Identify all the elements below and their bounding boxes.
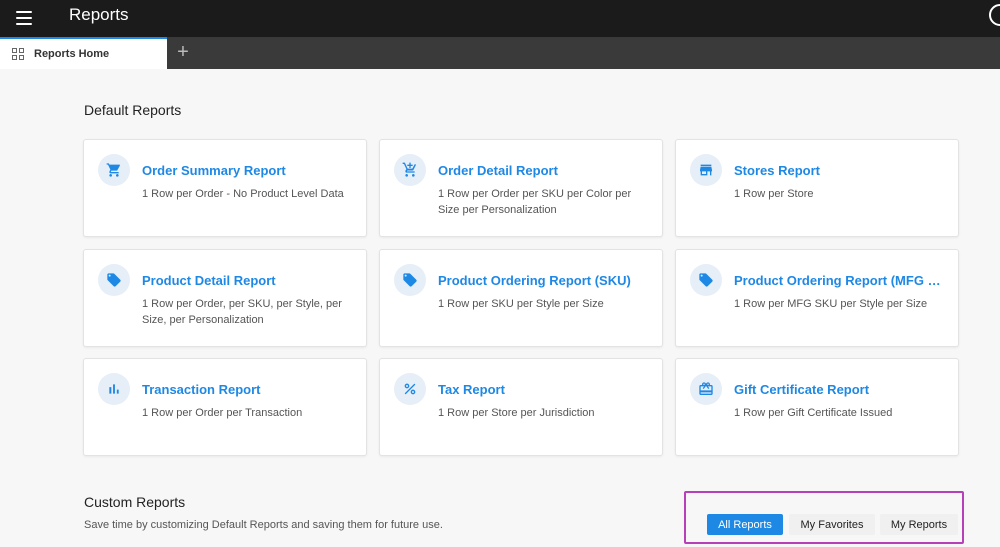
report-desc: 1 Row per Gift Certificate Issued [734, 407, 893, 419]
hamburger-menu-icon[interactable] [14, 7, 36, 29]
percent-icon [394, 373, 426, 405]
tab-label: Reports Home [34, 48, 110, 60]
tab-reports-home[interactable]: Reports Home [0, 37, 167, 69]
report-desc: 1 Row per MFG SKU per Style per Size [734, 298, 928, 310]
report-card-product-detail[interactable]: Product Detail Report 1 Row per Order, p… [83, 249, 367, 347]
report-desc: 1 Row per Store per Jurisdiction [438, 407, 595, 419]
app-title: Reports [69, 5, 129, 24]
tag-icon [98, 264, 130, 296]
tag-icon [690, 264, 722, 296]
report-card-product-ordering-mfg[interactable]: Product Ordering Report (MFG SK... 1 Row… [675, 249, 959, 347]
grid-icon [12, 47, 25, 61]
custom-reports-desc: Save time by customizing Default Reports… [84, 519, 443, 531]
tag-icon [394, 264, 426, 296]
report-card-order-summary[interactable]: Order Summary Report 1 Row per Order - N… [83, 139, 367, 237]
report-card-product-ordering-sku[interactable]: Product Ordering Report (SKU) 1 Row per … [379, 249, 663, 347]
report-desc: 1 Row per Order per Transaction [142, 407, 303, 419]
top-bar: Reports [0, 0, 1000, 37]
tab-bar: Reports Home + [0, 37, 1000, 69]
report-title: Tax Report [438, 382, 505, 397]
report-title: Stores Report [734, 163, 820, 178]
report-desc: 1 Row per Order, per SKU, per Style, per… [142, 298, 342, 326]
report-card-order-detail[interactable]: Order Detail Report 1 Row per Order per … [379, 139, 663, 237]
add-cart-icon [394, 154, 426, 186]
report-title: Order Detail Report [438, 163, 558, 178]
report-title: Product Ordering Report (MFG SK... [734, 273, 949, 288]
report-card-gift-certificate[interactable]: Gift Certificate Report 1 Row per Gift C… [675, 358, 959, 456]
filter-my-favorites-button[interactable]: My Favorites [789, 514, 875, 535]
report-card-transaction[interactable]: Transaction Report 1 Row per Order per T… [83, 358, 367, 456]
report-card-tax[interactable]: Tax Report 1 Row per Store per Jurisdict… [379, 358, 663, 456]
report-title: Order Summary Report [142, 163, 286, 178]
default-reports-heading: Default Reports [84, 102, 182, 118]
gift-card-icon [690, 373, 722, 405]
report-title: Transaction Report [142, 382, 261, 397]
custom-reports-heading: Custom Reports [84, 494, 186, 510]
filter-my-reports-button[interactable]: My Reports [880, 514, 958, 535]
help-icon[interactable] [989, 4, 1000, 26]
report-card-stores[interactable]: Stores Report 1 Row per Store [675, 139, 959, 237]
report-title: Product Ordering Report (SKU) [438, 273, 631, 288]
store-icon [690, 154, 722, 186]
add-tab-icon[interactable]: + [172, 41, 194, 63]
bar-chart-icon [98, 373, 130, 405]
report-desc: 1 Row per Store [734, 188, 814, 200]
report-title: Gift Certificate Report [734, 382, 870, 397]
shopping-cart-icon [98, 154, 130, 186]
filter-all-reports-button[interactable]: All Reports [707, 514, 783, 535]
report-desc: 1 Row per Order - No Product Level Data [142, 188, 344, 200]
report-desc: 1 Row per SKU per Style per Size [438, 298, 604, 310]
report-title: Product Detail Report [142, 273, 276, 288]
report-desc: 1 Row per Order per SKU per Color per Si… [438, 188, 632, 216]
